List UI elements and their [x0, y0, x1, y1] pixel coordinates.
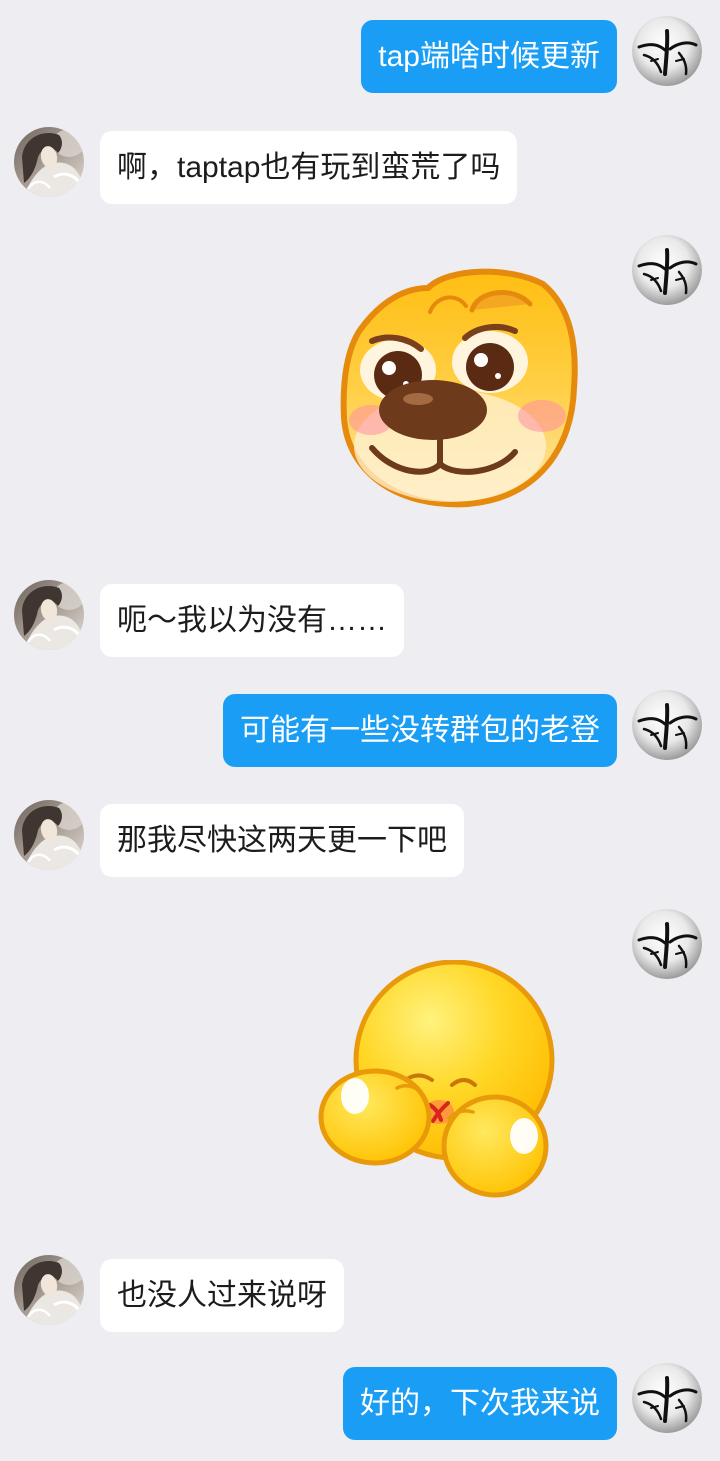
ink-brush-avatar-icon[interactable]: [632, 16, 702, 86]
portrait-avatar-icon[interactable]: [14, 1255, 84, 1325]
emoji-left-hand: [318, 1068, 432, 1166]
message-row-outgoing: 好的，下次我来说: [0, 1363, 720, 1440]
incoming-message-bubble[interactable]: 呃～我以为没有……: [100, 584, 404, 657]
message-row-outgoing: [0, 909, 720, 1200]
outgoing-message-bubble[interactable]: tap端啥时候更新: [361, 20, 617, 93]
message-row-outgoing: 可能有一些没转群包的老登: [0, 690, 720, 767]
outgoing-message-bubble[interactable]: 可能有一些没转群包的老登: [223, 694, 617, 767]
ink-brush-avatar-icon[interactable]: [632, 690, 702, 760]
incoming-message-bubble[interactable]: 啊，taptap也有玩到蛮荒了吗: [100, 131, 518, 204]
portrait-avatar-icon[interactable]: [14, 580, 84, 650]
cover-mouth-emoji-sticker-icon[interactable]: [317, 960, 557, 1200]
ink-brush-avatar-icon[interactable]: [632, 235, 702, 305]
outgoing-message-bubble[interactable]: 好的，下次我来说: [343, 1367, 617, 1440]
ink-brush-avatar-icon[interactable]: [632, 1363, 702, 1433]
message-row-incoming: 啊，taptap也有玩到蛮荒了吗: [0, 127, 720, 204]
message-row-incoming: 呃～我以为没有……: [0, 580, 720, 657]
message-row-outgoing: tap端啥时候更新: [0, 16, 720, 93]
chat-message-list[interactable]: tap端啥时候更新 啊，taptap也有玩到蛮荒了吗 呃～我以为没有…… 可能有…: [0, 0, 720, 1461]
ink-brush-avatar-icon[interactable]: [632, 909, 702, 979]
message-row-incoming: 那我尽快这两天更一下吧: [0, 800, 720, 877]
message-row-incoming: 也没人过来说呀: [0, 1255, 720, 1332]
incoming-message-bubble[interactable]: 也没人过来说呀: [100, 1259, 344, 1332]
emoji-right-hand: [441, 1094, 549, 1198]
dog-face-sticker-icon[interactable]: [338, 268, 578, 508]
message-row-outgoing: [0, 235, 720, 508]
incoming-message-bubble[interactable]: 那我尽快这两天更一下吧: [100, 804, 464, 877]
portrait-avatar-icon[interactable]: [14, 800, 84, 870]
portrait-avatar-icon[interactable]: [14, 127, 84, 197]
dog-nose: [379, 380, 487, 440]
